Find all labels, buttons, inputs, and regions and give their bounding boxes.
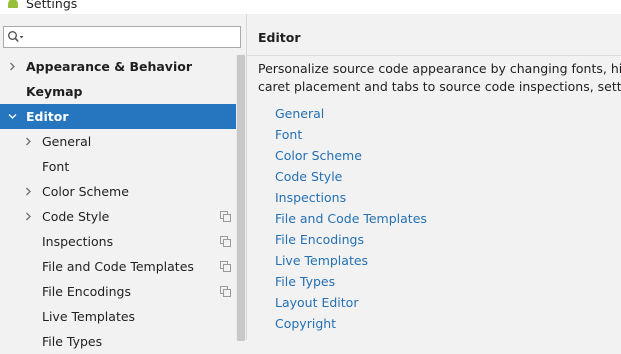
chevron-right-icon[interactable] bbox=[24, 187, 33, 196]
link-color-scheme[interactable]: Color Scheme bbox=[275, 145, 427, 166]
copy-icon bbox=[220, 211, 231, 222]
sidebar-item-file-types[interactable]: File Types bbox=[0, 329, 236, 354]
sidebar-item-color-scheme[interactable]: Color Scheme bbox=[0, 179, 236, 204]
sidebar-item-label: File Types bbox=[42, 334, 103, 349]
sidebar-item-label: File and Code Templates bbox=[42, 259, 194, 274]
android-icon bbox=[8, 0, 18, 8]
copy-icon bbox=[220, 236, 231, 247]
sidebar-item-font[interactable]: Font bbox=[0, 154, 236, 179]
link-emmet[interactable]: Emmet bbox=[275, 334, 427, 340]
link-file-types[interactable]: File Types bbox=[275, 271, 427, 292]
search-box[interactable] bbox=[3, 26, 241, 48]
sidebar-item-editor[interactable]: Editor bbox=[0, 104, 236, 129]
link-file-and-code-templates[interactable]: File and Code Templates bbox=[275, 208, 427, 229]
description-line: caret placement and tabs to source code … bbox=[258, 79, 621, 94]
sidebar-item-general[interactable]: General bbox=[0, 129, 236, 154]
sidebar-item-code-style[interactable]: Code Style bbox=[0, 204, 236, 229]
editor-description: Personalize source code appearance by ch… bbox=[258, 60, 621, 96]
sidebar-item-keymap[interactable]: Keymap bbox=[0, 79, 236, 104]
sidebar-item-label: File Encodings bbox=[42, 284, 132, 299]
window-title: Settings bbox=[26, 0, 78, 11]
search-icon[interactable] bbox=[7, 30, 25, 44]
copy-icon bbox=[220, 286, 231, 297]
sidebar-item-inspections[interactable]: Inspections bbox=[0, 229, 236, 254]
link-copyright[interactable]: Copyright bbox=[275, 313, 427, 334]
search-input[interactable] bbox=[28, 29, 233, 45]
link-live-templates[interactable]: Live Templates bbox=[275, 250, 427, 271]
link-file-encodings[interactable]: File Encodings bbox=[275, 229, 427, 250]
settings-tree: Appearance & Behavior Keymap Editor General… bbox=[0, 54, 236, 354]
header-divider bbox=[247, 55, 621, 56]
sidebar-item-label: Font bbox=[42, 159, 70, 174]
sidebar-item-label: Appearance & Behavior bbox=[26, 59, 192, 74]
sidebar-item-appearance-behavior[interactable]: Appearance & Behavior bbox=[0, 54, 236, 79]
sidebar-item-label: Editor bbox=[26, 109, 69, 124]
chevron-down-icon[interactable] bbox=[8, 112, 17, 121]
link-font[interactable]: Font bbox=[275, 124, 427, 145]
sidebar-item-label: Keymap bbox=[26, 84, 83, 99]
copy-icon bbox=[220, 261, 231, 272]
editor-settings-panel: Editor Personalize source code appearanc… bbox=[247, 14, 621, 340]
page-title: Editor bbox=[258, 30, 301, 45]
sidebar-item-live-templates[interactable]: Live Templates bbox=[0, 304, 236, 329]
title-bar: Settings bbox=[0, 0, 621, 14]
link-layout-editor[interactable]: Layout Editor bbox=[275, 292, 427, 313]
link-general[interactable]: General bbox=[275, 103, 427, 124]
link-inspections[interactable]: Inspections bbox=[275, 187, 427, 208]
editor-subpage-links: General Font Color Scheme Code Style Inspect… bbox=[275, 103, 427, 340]
sidebar-item-file-and-code-templates[interactable]: File and Code Templates bbox=[0, 254, 236, 279]
chevron-right-icon[interactable] bbox=[8, 62, 17, 71]
sidebar-item-label: Code Style bbox=[42, 209, 110, 224]
sidebar-item-label: General bbox=[42, 134, 92, 149]
chevron-right-icon[interactable] bbox=[24, 212, 33, 221]
chevron-right-icon[interactable] bbox=[24, 137, 33, 146]
sidebar-scrollbar-thumb[interactable] bbox=[237, 55, 245, 341]
sidebar-item-label: Inspections bbox=[42, 234, 114, 249]
sidebar-item-label: Color Scheme bbox=[42, 184, 129, 199]
settings-sidebar: Appearance & Behavior Keymap Editor General… bbox=[0, 14, 247, 349]
link-code-style[interactable]: Code Style bbox=[275, 166, 427, 187]
sidebar-item-file-encodings[interactable]: File Encodings bbox=[0, 279, 236, 304]
sidebar-item-label: Live Templates bbox=[42, 309, 136, 324]
description-line: Personalize source code appearance by ch… bbox=[258, 61, 621, 76]
